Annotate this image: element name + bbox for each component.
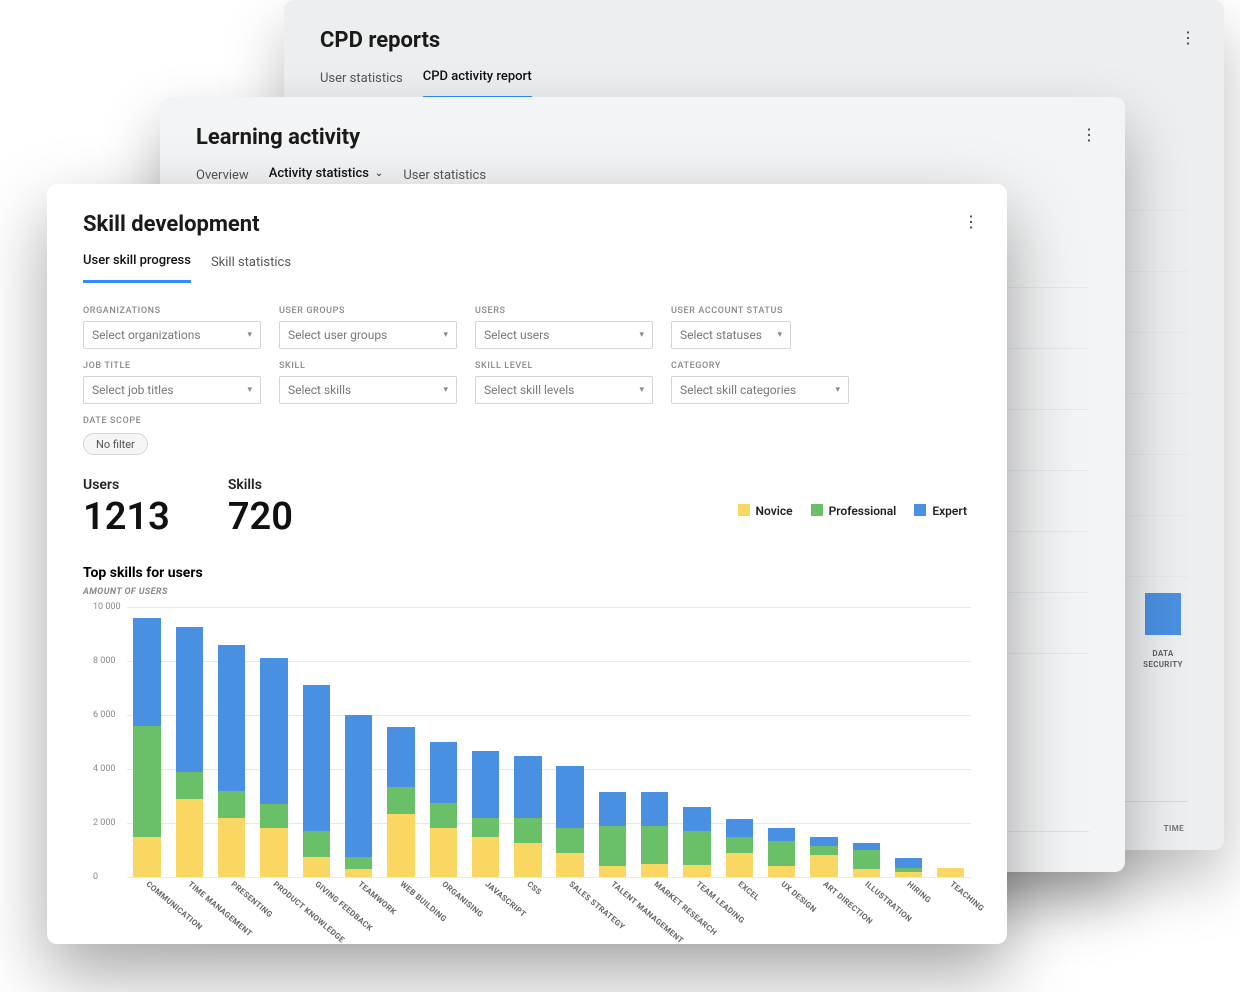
chart-legend: Novice Professional Expert <box>738 504 967 518</box>
tab-skill-statistics[interactable]: Skill statistics <box>211 251 291 283</box>
chevron-down-icon: ▾ <box>639 330 644 340</box>
filter-users[interactable]: Select users▾ <box>475 321 653 349</box>
filter-user-account-status[interactable]: Select statuses▾ <box>671 321 791 349</box>
filter-organizations[interactable]: Select organizations▾ <box>83 321 261 349</box>
bar-ux-design: UX Design <box>761 828 801 877</box>
bar-giving-feedback: Giving Feedback <box>296 685 336 877</box>
filter-job-title[interactable]: Select job titles▾ <box>83 376 261 404</box>
more-menu-icon[interactable]: ⋮ <box>1180 30 1196 46</box>
chevron-down-icon: ▾ <box>777 330 782 340</box>
bar-css: CSS <box>508 756 548 877</box>
chevron-down-icon: ▾ <box>247 385 252 395</box>
chevron-down-icon: ⌄ <box>375 168 383 179</box>
stat-users-value: 1213 <box>83 495 170 539</box>
chart-y-axis-label: Amount of users <box>47 587 1007 601</box>
bar-organising: Organising <box>423 742 463 877</box>
more-menu-icon[interactable]: ⋮ <box>1081 127 1097 143</box>
date-scope-pill[interactable]: No filter <box>83 433 148 455</box>
filter-category[interactable]: Select skill categories▾ <box>671 376 849 404</box>
bar-excel: Excel <box>719 819 759 877</box>
page-title: Skill development <box>83 212 971 237</box>
filter-skill-level[interactable]: Select skill levels▾ <box>475 376 653 404</box>
panel-skill-development: ⋮ Skill development User skill progress … <box>47 184 1007 944</box>
bar-sales-strategy: Sales Strategy <box>550 766 590 877</box>
stat-skills-label: Skills <box>228 477 293 493</box>
bar-art-direction: Art Direction <box>804 837 844 877</box>
bar-hiring: Hiring <box>888 858 928 877</box>
bar-talent-management: Talent Management <box>592 792 632 877</box>
page-title: CPD reports <box>320 28 1188 53</box>
filter-skill[interactable]: Select skills▾ <box>279 376 457 404</box>
bar-market-research: Market Research <box>635 792 675 877</box>
bar-product-knowledge: Product Knowledge <box>254 658 294 877</box>
chevron-down-icon: ▾ <box>639 385 644 395</box>
tab-cpd-activity-report[interactable]: CPD activity report <box>423 67 532 99</box>
chevron-down-icon: ▾ <box>443 385 448 395</box>
chart-title: Top skills for users <box>47 547 1007 587</box>
chevron-down-icon: ▾ <box>247 330 252 340</box>
stat-users-label: Users <box>83 477 170 493</box>
stat-skills-value: 720 <box>228 495 293 539</box>
bar-presenting: Presenting <box>212 645 252 877</box>
page-title: Learning activity <box>196 125 1089 150</box>
bar-time-management: Time Management <box>169 627 209 877</box>
chart-bar-data-security: DATA SECURITY <box>1142 593 1184 670</box>
bar-team-leading: Team Leading <box>677 807 717 877</box>
bar-illustration: Illustration <box>846 843 886 877</box>
more-menu-icon[interactable]: ⋮ <box>963 214 979 230</box>
tab-user-skill-progress[interactable]: User skill progress <box>83 251 191 283</box>
top-skills-chart: 02 0004 0006 0008 00010 000 Communicatio… <box>107 607 971 897</box>
chevron-down-icon: ▾ <box>443 330 448 340</box>
filter-user-groups[interactable]: Select user groups▾ <box>279 321 457 349</box>
bar-teaching: Teaching <box>931 868 971 877</box>
chevron-down-icon: ▾ <box>835 385 840 395</box>
bar-teamwork: Teamwork <box>338 715 378 877</box>
tab-user-statistics[interactable]: User statistics <box>320 67 403 99</box>
bar-javascript: JavaScript <box>465 751 505 877</box>
bar-communication: Communication <box>127 618 167 877</box>
bar-web-building: Web Building <box>381 727 421 877</box>
